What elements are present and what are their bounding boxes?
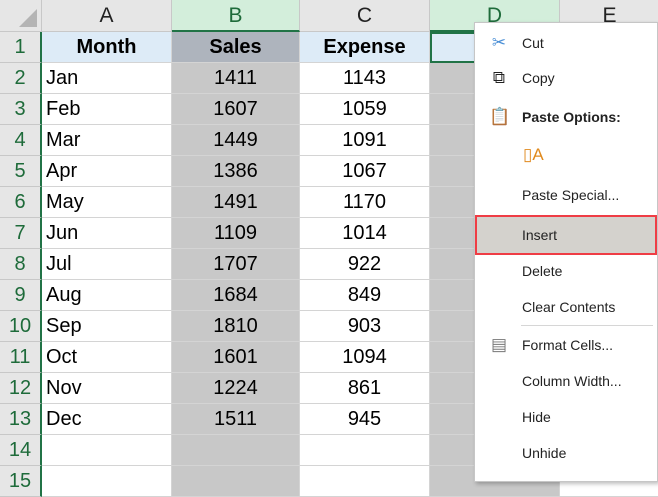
cell[interactable]: 849 (300, 280, 430, 311)
paste-icon: 📋 (489, 107, 511, 126)
row-header-12[interactable]: 12 (0, 373, 42, 404)
cell[interactable] (300, 466, 430, 497)
cell[interactable]: Oct (42, 342, 172, 373)
cell[interactable]: 1143 (300, 63, 430, 94)
header-cell[interactable]: Month (42, 32, 172, 63)
row-header-9[interactable]: 9 (0, 280, 42, 311)
cell[interactable]: 1067 (300, 156, 430, 187)
row-header-11[interactable]: 11 (0, 342, 42, 373)
cell[interactable]: 1411 (172, 63, 300, 94)
menu-item-hide[interactable]: Hide (475, 399, 657, 435)
copy-icon: ⧉ (492, 68, 506, 87)
row-header-7[interactable]: 7 (0, 218, 42, 249)
menu-item-copy[interactable]: ⧉ Copy (475, 60, 657, 96)
cell[interactable] (42, 466, 172, 497)
cell[interactable]: Aug (42, 280, 172, 311)
cell[interactable]: Jan (42, 63, 172, 94)
cell[interactable]: 922 (300, 249, 430, 280)
cell[interactable]: 903 (300, 311, 430, 342)
header-cell[interactable]: Expense (300, 32, 430, 63)
cell[interactable] (300, 435, 430, 466)
row-header-5[interactable]: 5 (0, 156, 42, 187)
cell[interactable]: 1170 (300, 187, 430, 218)
cell[interactable]: 1601 (172, 342, 300, 373)
cell[interactable]: 1224 (172, 373, 300, 404)
select-all-corner[interactable] (0, 0, 42, 32)
cell[interactable]: 1094 (300, 342, 430, 373)
cell[interactable]: 1607 (172, 94, 300, 125)
paste-options-label: 📋 Paste Options: (489, 107, 621, 126)
column-header-c[interactable]: C (300, 0, 430, 32)
row-header-1[interactable]: 1 (0, 32, 42, 63)
cell[interactable] (172, 466, 300, 497)
paste-values-button[interactable]: ▯A (475, 137, 657, 173)
row-header-14[interactable]: 14 (0, 435, 42, 466)
cell[interactable]: 861 (300, 373, 430, 404)
paste-text-icon: ▯A (523, 145, 544, 164)
header-cell[interactable]: Sales (172, 32, 300, 63)
cell[interactable]: Jun (42, 218, 172, 249)
cell[interactable]: 1386 (172, 156, 300, 187)
cell[interactable]: 945 (300, 404, 430, 435)
row-header-8[interactable]: 8 (0, 249, 42, 280)
menu-item-insert[interactable]: Insert (475, 215, 657, 255)
cell[interactable]: 1810 (172, 311, 300, 342)
menu-item-cut[interactable]: ✂ Cut (475, 25, 657, 61)
cell[interactable]: Dec (42, 404, 172, 435)
cell[interactable]: Feb (42, 94, 172, 125)
column-header-b[interactable]: B (172, 0, 300, 32)
row-header-3[interactable]: 3 (0, 94, 42, 125)
row-header-2[interactable]: 2 (0, 63, 42, 94)
menu-item-delete[interactable]: Delete (475, 253, 657, 289)
format-cells-icon: ▤ (490, 335, 508, 354)
scissors-icon: ✂ (491, 33, 507, 52)
context-menu: ✂ Cut ⧉ Copy 📋 Paste Options: ▯A Paste Spec… (474, 22, 658, 482)
cell[interactable]: Jul (42, 249, 172, 280)
menu-item-clear-contents[interactable]: Clear Contents (475, 289, 657, 325)
menu-item-column-width[interactable]: Column Width... (475, 363, 657, 399)
cell[interactable]: 1449 (172, 125, 300, 156)
cell[interactable]: 1491 (172, 187, 300, 218)
cell[interactable]: 1014 (300, 218, 430, 249)
cell[interactable]: 1684 (172, 280, 300, 311)
row-header-15[interactable]: 15 (0, 466, 42, 497)
cell[interactable]: 1059 (300, 94, 430, 125)
menu-separator (521, 325, 653, 326)
menu-item-paste-special[interactable]: Paste Special... (475, 177, 657, 213)
menu-item-unhide[interactable]: Unhide (475, 435, 657, 471)
cell[interactable] (42, 435, 172, 466)
cell[interactable]: Mar (42, 125, 172, 156)
cell[interactable] (172, 435, 300, 466)
cell[interactable]: Sep (42, 311, 172, 342)
cell[interactable]: 1511 (172, 404, 300, 435)
cell[interactable]: May (42, 187, 172, 218)
cell[interactable]: Nov (42, 373, 172, 404)
cell[interactable]: 1707 (172, 249, 300, 280)
row-header-13[interactable]: 13 (0, 404, 42, 435)
menu-item-format-cells[interactable]: ▤ Format Cells... (475, 327, 657, 363)
row-header-4[interactable]: 4 (0, 125, 42, 156)
cell[interactable]: Apr (42, 156, 172, 187)
column-header-a[interactable]: A (42, 0, 172, 32)
cell[interactable]: 1109 (172, 218, 300, 249)
row-header-10[interactable]: 10 (0, 311, 42, 342)
cell[interactable]: 1091 (300, 125, 430, 156)
row-header-6[interactable]: 6 (0, 187, 42, 218)
